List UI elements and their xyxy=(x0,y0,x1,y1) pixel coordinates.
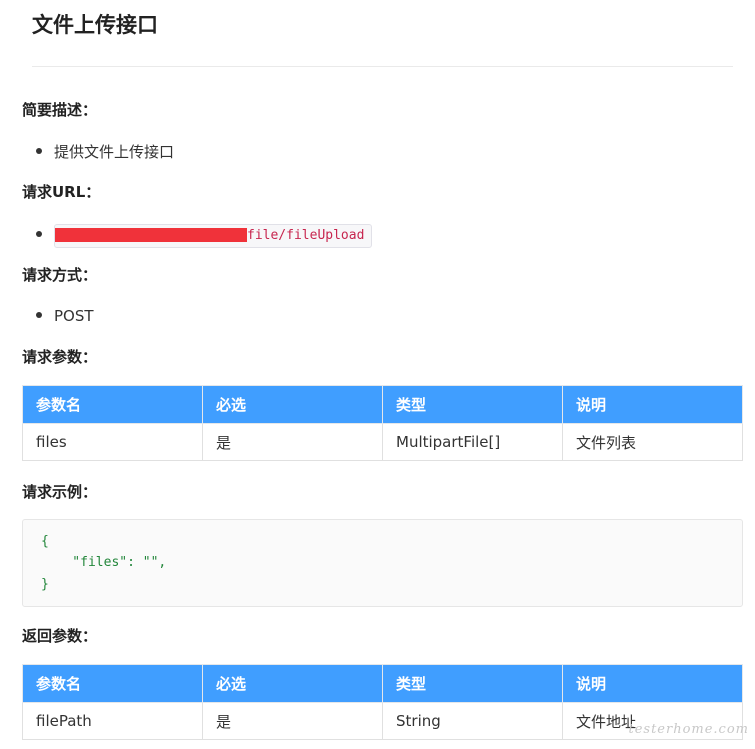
title-divider xyxy=(32,66,733,67)
column-header: 参数名 xyxy=(22,385,203,424)
column-header: 类型 xyxy=(382,385,563,424)
table-header-row: 参数名 必选 类型 说明 xyxy=(22,664,743,703)
table-cell: 是 xyxy=(202,423,383,461)
method-heading: 请求方式： xyxy=(22,266,98,284)
bullet-icon xyxy=(36,147,42,154)
bullet-icon xyxy=(36,311,42,318)
column-header: 说明 xyxy=(562,385,743,424)
request-params-table: 参数名 必选 类型 说明 files 是 MultipartFile[] 文件列… xyxy=(22,385,743,461)
table-cell: 是 xyxy=(202,702,383,740)
table-cell: String xyxy=(382,702,563,740)
code-line: "files": "", xyxy=(41,555,167,570)
url-redaction-mark xyxy=(55,228,247,242)
summary-list-item: 提供文件上传接口 xyxy=(36,142,174,162)
table-row: files 是 MultipartFile[] 文件列表 xyxy=(22,423,743,461)
table-cell: filePath xyxy=(22,702,203,740)
table-cell: MultipartFile[] xyxy=(382,423,563,461)
example-heading: 请求示例： xyxy=(22,483,98,501)
request-url-path: file/fileUpload xyxy=(247,228,365,243)
code-line: } xyxy=(41,577,49,592)
column-header: 必选 xyxy=(202,664,383,703)
table-cell: files xyxy=(22,423,203,461)
method-text: POST xyxy=(54,307,94,325)
url-heading: 请求URL： xyxy=(22,183,101,201)
url-list-item: file/fileUpload xyxy=(36,224,373,248)
column-header: 必选 xyxy=(202,385,383,424)
bullet-icon xyxy=(36,231,42,237)
column-header: 类型 xyxy=(382,664,563,703)
column-header: 说明 xyxy=(562,664,743,703)
watermark: testerhome.com xyxy=(628,722,749,737)
column-header: 参数名 xyxy=(22,664,203,703)
summary-heading: 简要描述： xyxy=(22,101,98,119)
request-example-code-block[interactable]: { "files": "", } xyxy=(22,519,743,607)
page-title: 文件上传接口 xyxy=(32,13,158,37)
request-url-code[interactable]: file/fileUpload xyxy=(54,224,373,248)
code-line: { xyxy=(41,534,49,549)
return-heading: 返回参数： xyxy=(22,627,98,645)
table-header-row: 参数名 必选 类型 说明 xyxy=(22,385,743,424)
table-cell: 文件列表 xyxy=(562,423,743,461)
method-list-item: POST xyxy=(36,306,94,326)
params-heading: 请求参数： xyxy=(22,348,98,366)
summary-text: 提供文件上传接口 xyxy=(54,143,175,161)
